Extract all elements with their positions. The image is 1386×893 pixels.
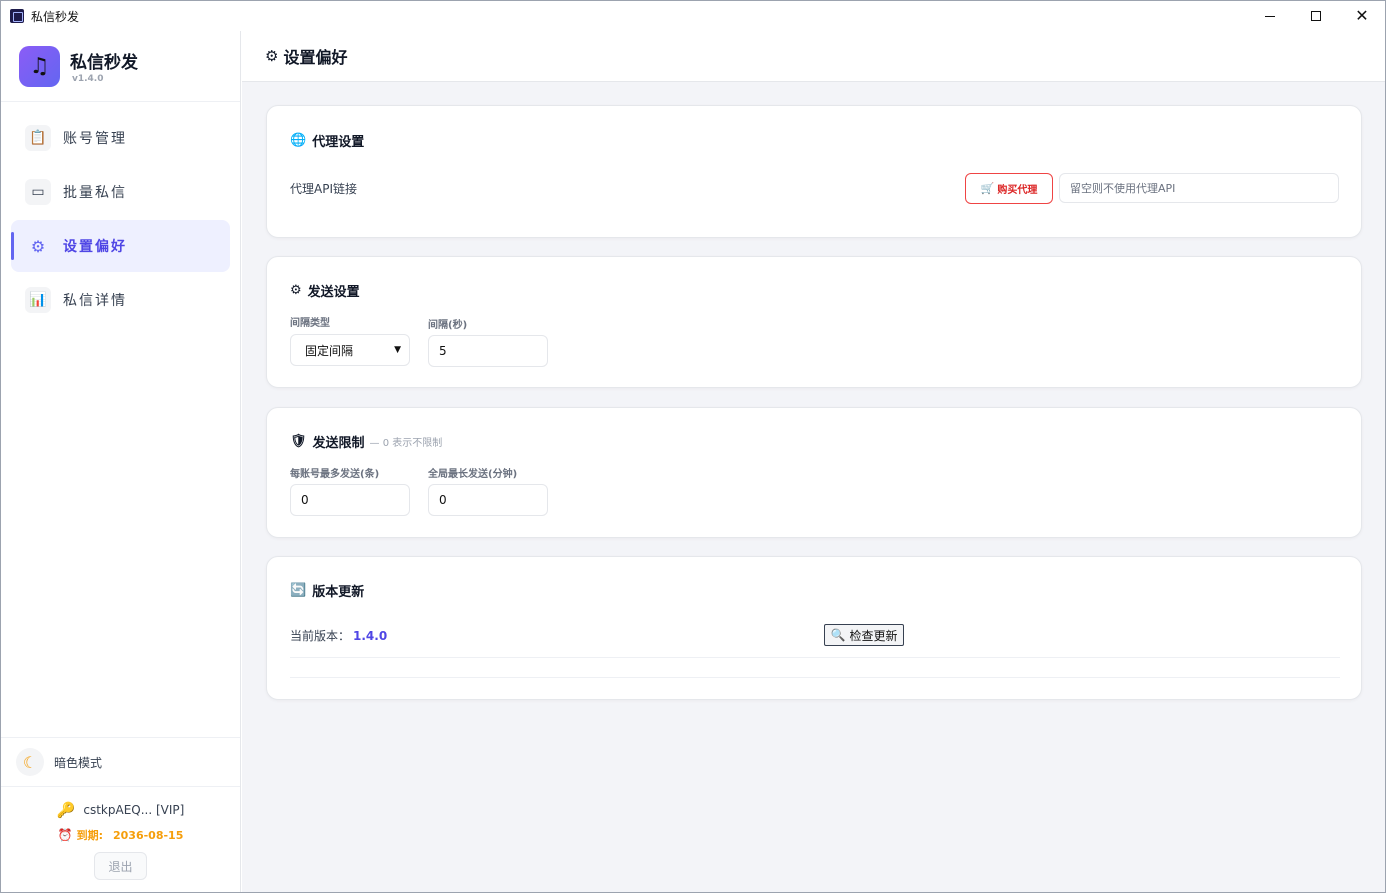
- interval-label: 间隔(秒): [428, 320, 468, 331]
- sidebar-item-label: 设置偏好: [63, 239, 127, 255]
- sidebar-item-message-details[interactable]: 📊 私信详情: [11, 274, 230, 326]
- maximize-button[interactable]: [1293, 1, 1339, 31]
- interval-type-label: 间隔类型: [290, 318, 330, 329]
- key-icon: 🔑: [56, 801, 76, 819]
- user-info: 🔑 cstkpAEQ... [VIP] ⏰ 到期: 2036-08-15 退出: [1, 787, 240, 892]
- per-account-label: 每账号最多发送(条): [290, 469, 380, 480]
- user-id: cstkpAEQ... [VIP]: [83, 803, 185, 817]
- moon-icon: ☾: [16, 748, 44, 776]
- per-account-input[interactable]: 0: [290, 484, 410, 516]
- card-title: 🔄 版本更新: [290, 583, 365, 600]
- app-window: 私信秒发 ✕ ♫ 私信秒发 v1.4.0 📋 账号管理 ▭ 批量私信 ⚙ 设置偏…: [0, 0, 1386, 893]
- sidebar-item-settings[interactable]: ⚙ 设置偏好: [11, 220, 230, 272]
- search-icon: 🔍: [830, 628, 846, 642]
- interval-type-select[interactable]: 固定间隔 ▼: [290, 334, 410, 366]
- bar-chart-icon: 📊: [25, 287, 51, 313]
- window-title: 私信秒发: [31, 9, 80, 24]
- main-content: ⚙ 设置偏好 🌐 代理设置 代理API链接 🛒 购买代理 ⚙ 发送设置 间隔类型: [242, 31, 1385, 892]
- envelope-icon: ▭: [25, 179, 51, 205]
- sidebar-item-bulk-message[interactable]: ▭ 批量私信: [11, 166, 230, 218]
- globe-icon: 🌐: [290, 133, 307, 148]
- send-limit-card: 🛡 发送限制 — 0 表示不限制 每账号最多发送(条) 0 全局最长发送(分钟)…: [266, 407, 1362, 538]
- card-title: 🌐 代理设置: [290, 133, 365, 150]
- proxy-api-input[interactable]: [1059, 173, 1339, 203]
- interval-input[interactable]: 5: [428, 335, 548, 367]
- brand-version: v1.4.0: [72, 74, 104, 84]
- page-title: 设置偏好: [283, 48, 348, 67]
- sidebar-item-label: 账号管理: [63, 131, 127, 147]
- close-icon: ✕: [1355, 6, 1369, 25]
- check-update-button[interactable]: 🔍 检查更新: [824, 624, 904, 646]
- gear-icon: ⚙: [265, 47, 279, 65]
- page-header: ⚙ 设置偏好: [242, 31, 1385, 82]
- card-title: 🛡 发送限制 — 0 表示不限制: [290, 434, 443, 451]
- buy-proxy-button[interactable]: 🛒 购买代理: [965, 173, 1053, 204]
- card-title: ⚙ 发送设置: [290, 283, 360, 300]
- shield-icon: 🛡: [290, 434, 307, 449]
- maximize-icon: [1311, 11, 1321, 21]
- gear-icon: ⚙: [290, 283, 302, 298]
- dark-mode-toggle[interactable]: ☾ 暗色模式: [1, 737, 240, 787]
- sidebar-footer: ☾ 暗色模式 🔑 cstkpAEQ... [VIP] ⏰ 到期: 2036-08…: [1, 737, 240, 892]
- global-limit-label: 全局最长发送(分钟): [428, 469, 518, 480]
- current-version-number: 1.4.0: [353, 628, 388, 643]
- logout-button[interactable]: 退出: [94, 852, 147, 880]
- alarm-clock-icon: ⏰: [57, 828, 73, 842]
- gear-icon: ⚙: [30, 236, 46, 256]
- proxy-api-label: 代理API链接: [290, 182, 357, 196]
- app-icon: [10, 9, 24, 23]
- title-bar: 私信秒发 ✕: [1, 1, 1385, 31]
- sidebar-item-label: 批量私信: [63, 185, 127, 201]
- clipboard-icon: 📋: [25, 125, 51, 151]
- limit-note: — 0 表示不限制: [369, 438, 443, 449]
- expire-label: 到期:: [76, 829, 103, 842]
- sidebar-item-label: 私信详情: [63, 293, 127, 309]
- cart-icon: 🛒: [980, 182, 995, 195]
- dark-mode-label: 暗色模式: [54, 755, 103, 770]
- divider: [290, 657, 1340, 658]
- close-button[interactable]: ✕: [1339, 1, 1385, 31]
- version-update-card: 🔄 版本更新 当前版本： 1.4.0 🔍 检查更新: [266, 556, 1362, 700]
- sidebar-nav: 📋 账号管理 ▭ 批量私信 ⚙ 设置偏好 📊 私信详情: [1, 102, 240, 338]
- divider: [290, 677, 1340, 678]
- brand: ♫ 私信秒发 v1.4.0: [1, 31, 240, 102]
- music-note-icon: ♫: [19, 45, 60, 87]
- minimize-icon: [1265, 15, 1275, 17]
- global-limit-input[interactable]: 0: [428, 484, 548, 516]
- current-version: 当前版本： 1.4.0: [290, 628, 388, 644]
- send-settings-card: ⚙ 发送设置 间隔类型 固定间隔 ▼ 间隔(秒) 5: [266, 256, 1362, 388]
- sidebar: ♫ 私信秒发 v1.4.0 📋 账号管理 ▭ 批量私信 ⚙ 设置偏好 📊 私信详…: [1, 31, 241, 892]
- proxy-settings-card: 🌐 代理设置 代理API链接 🛒 购买代理: [266, 105, 1362, 238]
- minimize-button[interactable]: [1247, 1, 1293, 31]
- expire-date: 2036-08-15: [112, 828, 184, 842]
- sidebar-item-accounts[interactable]: 📋 账号管理: [11, 112, 230, 164]
- chevron-down-icon: ▼: [394, 345, 401, 355]
- window-controls: ✕: [1247, 1, 1385, 31]
- brand-name: 私信秒发: [70, 53, 138, 73]
- refresh-icon: 🔄: [290, 583, 307, 598]
